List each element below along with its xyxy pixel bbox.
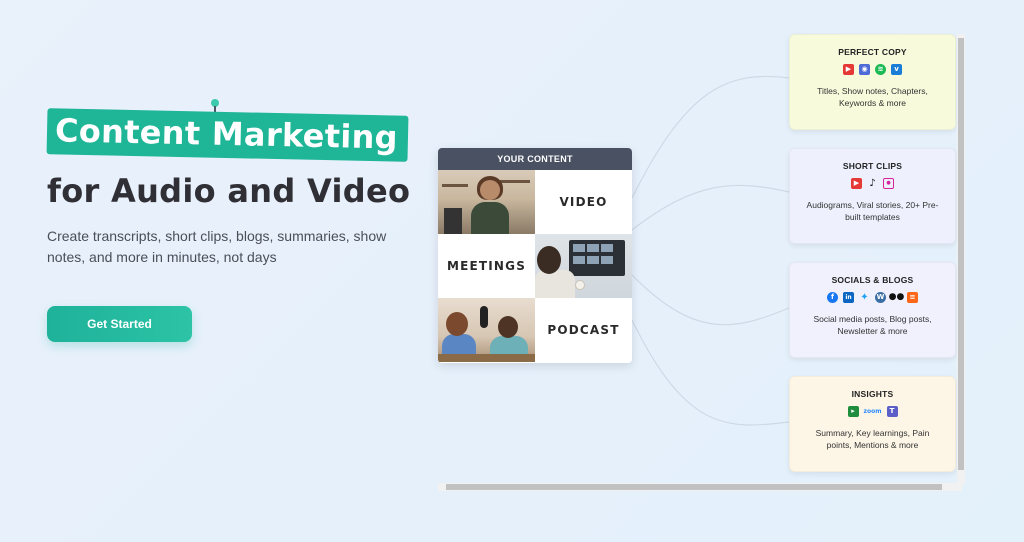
title-highlight-wrap: Content Marketing bbox=[46, 99, 409, 162]
twitter-icon: ✦ bbox=[860, 291, 869, 303]
connector-line bbox=[631, 319, 790, 426]
apple-podcasts-icon: ◉ bbox=[859, 64, 870, 75]
podcast-photo bbox=[438, 298, 535, 362]
card-description: Titles, Show notes, Chapters, Keywords &… bbox=[817, 86, 928, 108]
vimeo-icon: v bbox=[891, 64, 902, 75]
meetings-photo bbox=[535, 234, 632, 298]
meetings-label: MEETINGS bbox=[438, 234, 535, 298]
hero-title: for Audio and Video bbox=[47, 172, 411, 210]
connector-line bbox=[631, 75, 790, 199]
instagram-icon: ● bbox=[883, 178, 894, 189]
teams-icon: T bbox=[886, 406, 898, 417]
linkedin-icon: in bbox=[843, 292, 854, 303]
facebook-icon: f bbox=[827, 292, 838, 303]
card-description: Summary, Key learnings, Pain points, Men… bbox=[815, 428, 930, 450]
connector-line bbox=[631, 274, 790, 326]
your-content-header: YOUR CONTENT bbox=[438, 148, 632, 170]
youtube-icon: ▶ bbox=[851, 178, 862, 189]
content-grid: VIDEO MEETINGS PODCAST bbox=[438, 170, 632, 362]
platform-icons: ▶ ♪ ● bbox=[790, 178, 955, 189]
platform-icons: ▶ ◉ ≋ v bbox=[790, 64, 955, 75]
youtube-icon: ▶ bbox=[843, 64, 854, 75]
google-meet-icon: ▸ bbox=[847, 406, 859, 417]
card-title: SHORT CLIPS bbox=[842, 161, 903, 171]
hero-section: Content Marketing for Audio and Video Cr… bbox=[46, 99, 427, 268]
video-label: VIDEO bbox=[535, 170, 632, 234]
platform-icons: f in ✦ W ●● ≡ bbox=[790, 292, 955, 303]
platform-icons: ▸ zoom T bbox=[790, 406, 955, 417]
card-title: SOCIALS & BLOGS bbox=[831, 275, 914, 285]
hero-subtitle: Create transcripts, short clips, blogs, … bbox=[47, 228, 387, 265]
your-content-card: YOUR CONTENT VIDEO MEETINGS PODCAST bbox=[438, 148, 632, 363]
vertical-scrollbar-thumb[interactable] bbox=[958, 38, 964, 470]
content-flow-diagram: YOUR CONTENT VIDEO MEETINGS PODCAST PERF… bbox=[436, 30, 968, 492]
wordpress-icon: W bbox=[875, 292, 886, 303]
substack-icon: ≡ bbox=[907, 292, 918, 303]
vertical-scrollbar[interactable] bbox=[957, 34, 965, 485]
perfect-copy-card: PERFECT COPY ▶ ◉ ≋ v Titles, Show notes,… bbox=[789, 34, 956, 130]
card-title: INSIGHTS bbox=[851, 389, 894, 399]
card-title: PERFECT COPY bbox=[838, 47, 907, 57]
spotify-icon: ≋ bbox=[875, 64, 886, 75]
podcast-label: PODCAST bbox=[535, 298, 632, 362]
get-started-button[interactable]: Get Started bbox=[47, 306, 192, 342]
hero-title-highlight: Content Marketing bbox=[46, 108, 409, 162]
medium-icon: ●● bbox=[888, 292, 905, 302]
insights-card: INSIGHTS ▸ zoom T Summary, Key learnings… bbox=[789, 376, 956, 472]
short-clips-card: SHORT CLIPS ▶ ♪ ● Audiograms, Viral stor… bbox=[789, 148, 956, 244]
card-description: Audiograms, Viral stories, 20+ Pre-built… bbox=[806, 200, 939, 222]
video-photo bbox=[438, 170, 535, 234]
socials-blogs-card: SOCIALS & BLOGS f in ✦ W ●● ≡ Social med… bbox=[789, 262, 956, 358]
connector-line bbox=[631, 184, 790, 231]
horizontal-scrollbar-thumb[interactable] bbox=[446, 484, 942, 490]
horizontal-scrollbar[interactable] bbox=[438, 483, 962, 491]
tiktok-icon: ♪ bbox=[869, 177, 876, 189]
zoom-icon: zoom bbox=[863, 407, 882, 415]
card-description: Social media posts, Blog posts, Newslett… bbox=[813, 314, 932, 336]
